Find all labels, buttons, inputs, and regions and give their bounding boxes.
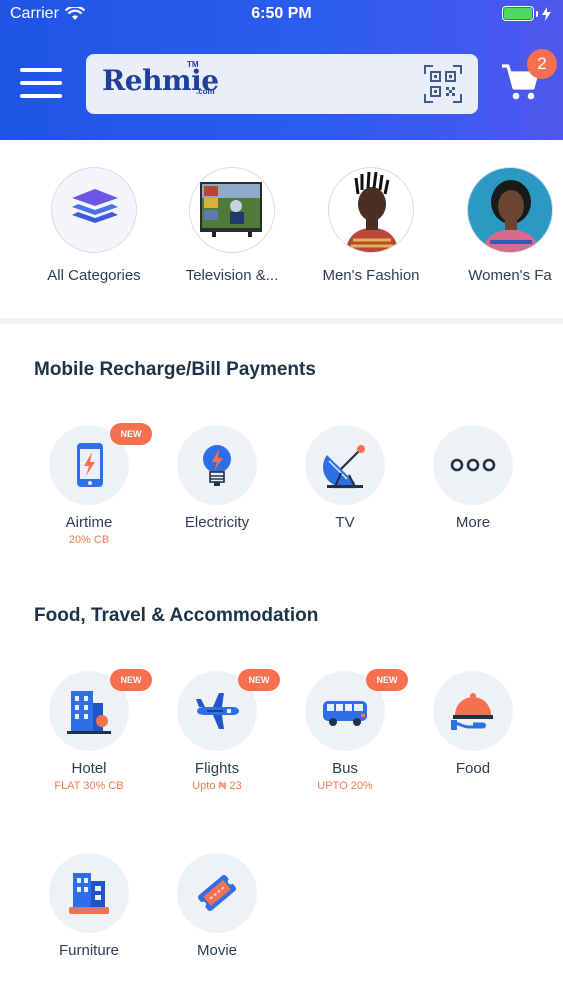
service-offer: Upto ₦ 23 — [192, 780, 242, 792]
category-television[interactable]: Television &... — [162, 167, 302, 284]
service-label: Airtime — [65, 514, 113, 531]
service-label: Movie — [196, 942, 237, 959]
menu-icon-bar — [20, 81, 62, 85]
service-label: Furniture — [58, 942, 120, 959]
service-offer: UPTO 20% — [317, 780, 373, 792]
section-divider — [0, 318, 563, 324]
service-offer: 20% CB — [68, 534, 110, 546]
light-bulb-icon — [203, 445, 231, 486]
category-image — [328, 167, 414, 253]
service-label: Food — [455, 760, 491, 777]
airplane-icon — [196, 693, 239, 729]
status-bar: Carrier 6:50 PM — [0, 0, 563, 28]
category-image — [51, 167, 137, 253]
category-strip[interactable]: All Categories Television &... Men's Fas… — [0, 140, 563, 318]
menu-icon-bar — [20, 94, 62, 98]
category-label: Women's Fa — [468, 267, 552, 284]
service-icon-circle — [49, 853, 129, 933]
category-label: Television &... — [185, 267, 279, 284]
search-bar[interactable]: Rehmie TM .com — [86, 54, 478, 114]
service-icon-circle — [305, 425, 385, 505]
service-furniture[interactable]: Furniture — [25, 853, 153, 959]
womens-fashion-image — [482, 180, 540, 252]
qr-scan-icon[interactable] — [424, 65, 462, 103]
battery-icon — [502, 6, 551, 21]
satellite-dish-icon — [323, 445, 365, 489]
mobile-phone-icon — [77, 443, 103, 487]
movie-ticket-icon — [198, 874, 236, 912]
category-image — [467, 167, 553, 253]
service-movie[interactable]: Movie — [153, 853, 281, 959]
more-dots-icon — [450, 458, 496, 472]
cart-count-badge: 2 — [527, 49, 557, 79]
service-icon-circle — [433, 671, 513, 751]
service-electricity[interactable]: Electricity — [153, 425, 281, 531]
app-header: Carrier 6:50 PM Rehmie TM .com 2 — [0, 0, 563, 140]
new-badge: NEW — [110, 669, 152, 691]
mens-fashion-image — [345, 171, 399, 252]
menu-icon-bar — [20, 68, 62, 72]
service-more[interactable]: More — [409, 425, 537, 531]
logo-domain: .com — [196, 87, 215, 96]
television-image — [200, 182, 262, 237]
category-womens-fashion[interactable]: Women's Fa — [440, 167, 563, 284]
category-mens-fashion[interactable]: Men's Fashion — [301, 167, 441, 284]
bus-icon — [323, 701, 367, 726]
layers-icon — [72, 189, 118, 223]
hotel-building-icon — [67, 691, 111, 734]
service-tv[interactable]: TV — [281, 425, 409, 531]
service-icon-circle — [433, 425, 513, 505]
service-icon-circle — [177, 425, 257, 505]
status-time: 6:50 PM — [251, 5, 312, 22]
food-cloche-icon — [451, 693, 493, 730]
furniture-building-icon — [69, 873, 109, 914]
category-all[interactable]: All Categories — [24, 167, 164, 284]
service-label: More — [455, 514, 491, 531]
service-offer: FLAT 30% CB — [54, 780, 124, 792]
category-image — [189, 167, 275, 253]
section-title-recharge: Mobile Recharge/Bill Payments — [34, 359, 316, 380]
logo-trademark: TM — [187, 60, 199, 69]
service-food[interactable]: Food — [409, 671, 537, 777]
service-label: TV — [335, 514, 355, 531]
new-badge: NEW — [110, 423, 152, 445]
service-label: Bus — [332, 760, 358, 777]
service-icon-circle — [177, 853, 257, 933]
service-label: Electricity — [184, 514, 250, 531]
category-label: All Categories — [47, 267, 141, 284]
service-label: Flights — [194, 760, 240, 777]
new-badge: NEW — [238, 669, 280, 691]
menu-button[interactable] — [20, 68, 62, 100]
section-title-travel: Food, Travel & Accommodation — [34, 605, 319, 626]
charging-bolt-icon — [542, 6, 551, 21]
category-label: Men's Fashion — [322, 267, 420, 284]
new-badge: NEW — [366, 669, 408, 691]
service-label: Hotel — [71, 760, 107, 777]
